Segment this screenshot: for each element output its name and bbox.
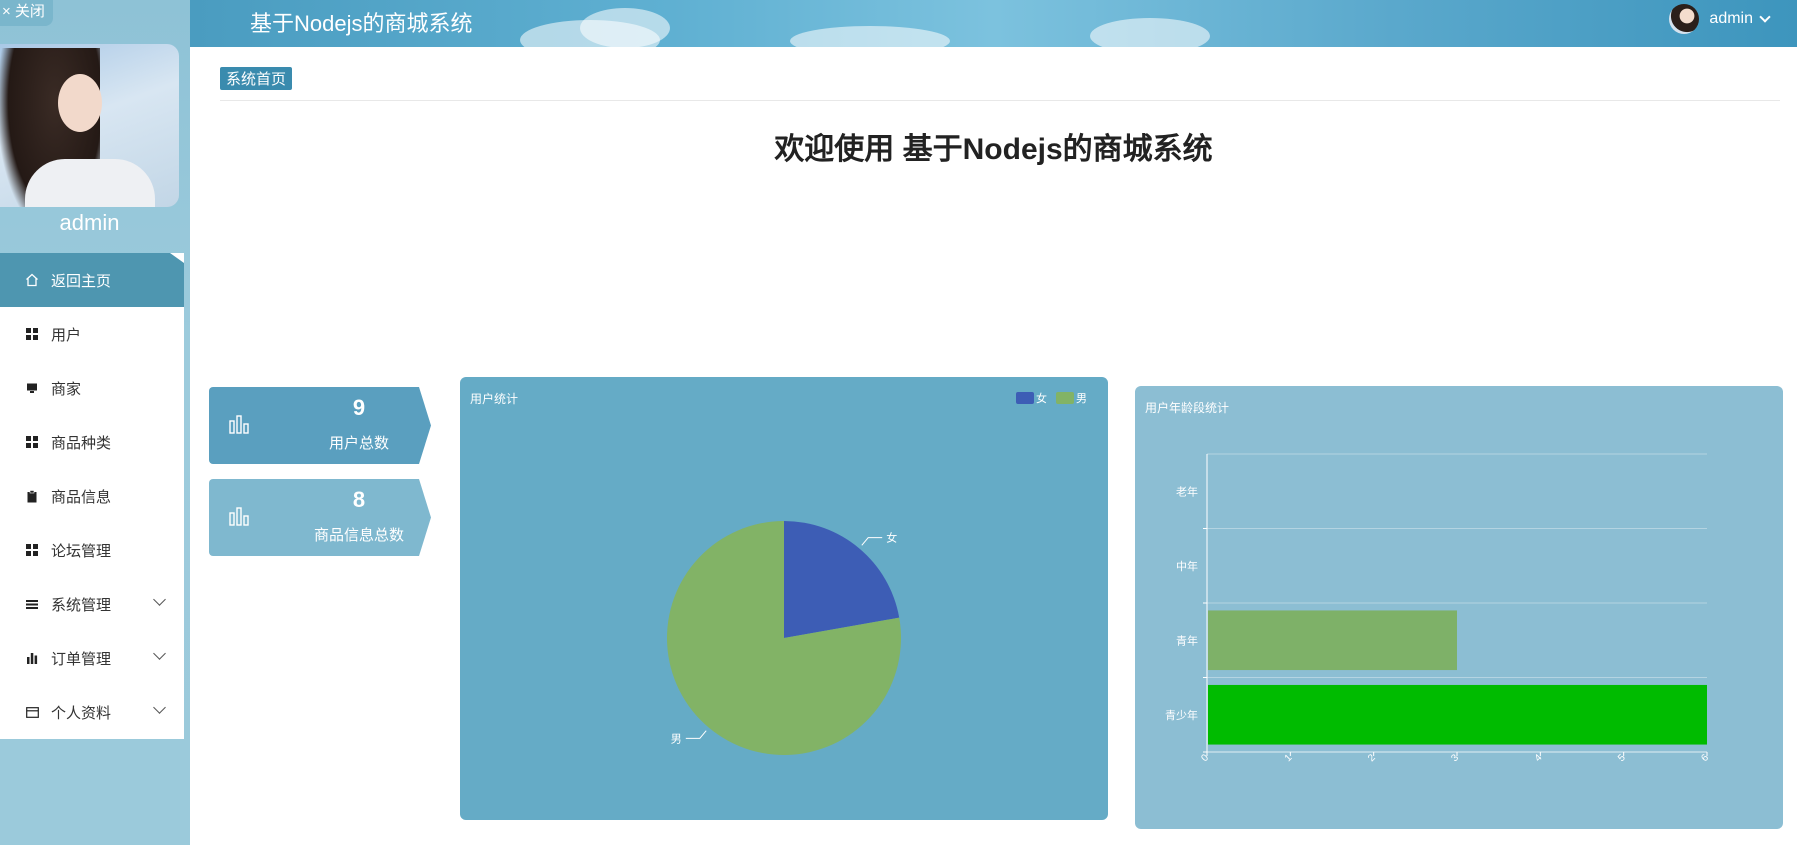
sidebar-item-orders[interactable]: 订单管理 [0, 631, 184, 685]
top-header: 基于Nodejs的商城系统 admin [190, 0, 1797, 47]
stat-label: 用户总数 [328, 435, 389, 452]
sidebar-item-categories[interactable]: 商品种类 [0, 415, 184, 469]
legend-label[interactable]: 男 [1076, 393, 1087, 405]
bar-chart-icon [25, 651, 39, 665]
list-icon [25, 597, 39, 611]
stat-value: 9 [352, 395, 366, 420]
sidebar-menu: 返回主页 用户 商家 商品种类 商品信息 论坛管理 系统管理 订单管理 个人资料 [0, 253, 184, 739]
stat-card-users: 9 用户总数 [209, 387, 431, 464]
pie-chart: 女男女男 [667, 391, 1087, 755]
breadcrumb[interactable]: 系统首页 [220, 67, 293, 90]
sidebar-item-label: 商品种类 [51, 434, 112, 452]
bar[interactable] [1208, 610, 1457, 671]
legend-swatch[interactable] [1016, 392, 1034, 404]
sidebar-item-label: 返回主页 [51, 272, 112, 290]
divider [220, 100, 1780, 101]
legend-label[interactable]: 女 [1036, 391, 1047, 405]
clipboard-icon [25, 489, 39, 503]
chevron-down-icon [153, 701, 166, 714]
card-icon [25, 705, 39, 719]
stat-label: 商品信息总数 [313, 527, 404, 544]
pie-label: 女 [886, 531, 897, 545]
stat-card-products: 8 商品信息总数 [209, 479, 431, 556]
home-icon [25, 273, 39, 287]
page-title: 欢迎使用 基于Nodejs的商城系统 [774, 133, 1213, 166]
monitor-icon [25, 381, 39, 395]
close-sidebar-button[interactable]: × 关闭 [0, 0, 53, 26]
sidebar-item-label: 订单管理 [51, 650, 112, 668]
app-title: 基于Nodejs的商城系统 [250, 11, 473, 36]
x-tick-label: 6 [1699, 752, 1711, 764]
pie-label: 男 [671, 733, 682, 745]
chevron-down-icon [153, 647, 166, 660]
x-tick-label: 0 [1199, 752, 1211, 764]
stat-value: 8 [352, 487, 366, 512]
sidebar-item-merchants[interactable]: 商家 [0, 361, 184, 415]
sidebar-item-users[interactable]: 用户 [0, 307, 184, 361]
user-avatar [0, 44, 179, 207]
sidebar-username: admin [59, 210, 120, 235]
header-username: admin [1709, 10, 1753, 27]
avatar [1669, 4, 1700, 34]
sidebar-item-label: 论坛管理 [51, 542, 112, 560]
y-tick-label: 中年 [1176, 559, 1198, 573]
grid-icon [25, 435, 39, 449]
x-tick-label: 1 [1283, 752, 1295, 764]
sidebar-item-label: 商家 [51, 380, 82, 398]
x-tick-label: 4 [1533, 752, 1545, 764]
bar[interactable] [1208, 684, 1707, 745]
grid-icon [25, 543, 39, 557]
sidebar-item-products[interactable]: 商品信息 [0, 469, 184, 523]
bar-chart-icon [229, 415, 249, 434]
x-tick-label: 5 [1616, 752, 1628, 764]
chevron-down-icon [153, 593, 166, 606]
sidebar: × 关闭 admin 返回主页 用户 商家 商品种类 商品信息 论坛管理 系统管… [0, 0, 190, 845]
legend-swatch[interactable] [1056, 392, 1074, 404]
user-menu[interactable]: admin [1669, 4, 1771, 34]
pie-slice[interactable] [784, 521, 900, 638]
sidebar-item-forum[interactable]: 论坛管理 [0, 523, 184, 577]
pie-label-line [685, 730, 707, 739]
sidebar-item-home[interactable]: 返回主页 [0, 253, 184, 307]
user-stats-chart: 女男女男 用户统计 [460, 377, 1108, 820]
grid-icon [25, 327, 39, 341]
y-tick-label: 青少年 [1165, 708, 1198, 722]
sidebar-item-label: 用户 [51, 326, 82, 344]
chevron-down-icon [1759, 11, 1771, 23]
y-tick-label: 青年 [1176, 633, 1198, 647]
bar-chart: 青少年 青年 中年 老年 0 1 2 3 4 5 6 [1165, 453, 1711, 764]
sidebar-item-profile[interactable]: 个人资料 [0, 685, 184, 739]
sidebar-item-label: 个人资料 [51, 704, 112, 722]
x-tick-label: 2 [1366, 752, 1378, 764]
sidebar-item-system[interactable]: 系统管理 [0, 577, 184, 631]
sidebar-item-label: 系统管理 [51, 596, 112, 614]
chart-title: 用户统计 [470, 392, 519, 406]
chart-title: 用户年龄段统计 [1145, 401, 1230, 415]
age-stats-chart: 青少年 青年 中年 老年 0 1 2 3 4 5 6 用户年龄段统计 [1135, 386, 1783, 829]
sidebar-item-label: 商品信息 [51, 488, 112, 506]
x-tick-label: 3 [1449, 752, 1461, 764]
bar-chart-icon [229, 507, 249, 526]
pie-label-line [861, 537, 883, 546]
y-tick-label: 老年 [1176, 484, 1198, 498]
